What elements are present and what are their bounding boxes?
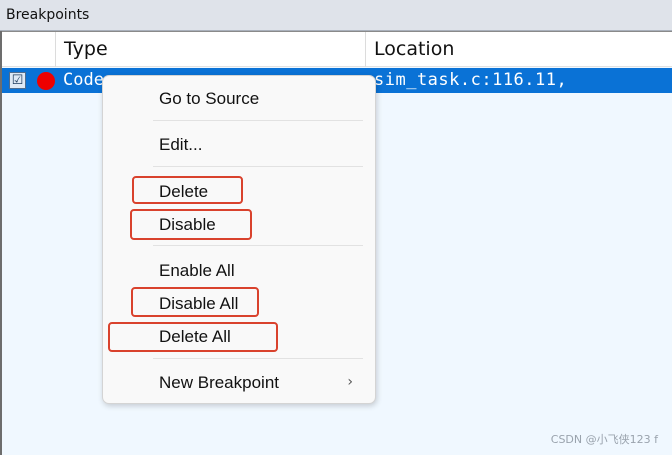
breakpoint-enabled-checkbox[interactable]: ☑ <box>9 72 26 89</box>
menu-item-delete[interactable]: Delete <box>159 182 208 202</box>
table-header: Type Location <box>2 31 672 67</box>
column-header-type[interactable]: Type <box>56 32 366 67</box>
menu-separator <box>153 245 363 246</box>
breakpoint-type: Code <box>63 70 104 90</box>
column-header-location[interactable]: Location <box>366 32 672 67</box>
context-menu: Go to Source Edit... Delete Disable Enab… <box>102 75 376 404</box>
menu-separator <box>153 358 363 359</box>
menu-item-disable[interactable]: Disable <box>159 215 216 235</box>
menu-item-go-to-source[interactable]: Go to Source <box>159 89 259 109</box>
menu-item-disable-all[interactable]: Disable All <box>159 294 238 314</box>
column-header-flags[interactable] <box>2 32 56 67</box>
breakpoint-location: sim_task.c:116.11, <box>374 70 568 90</box>
breakpoint-dot-icon <box>37 72 55 90</box>
submenu-chevron-icon: › <box>347 374 353 390</box>
menu-item-edit[interactable]: Edit... <box>159 135 202 155</box>
menu-item-enable-all[interactable]: Enable All <box>159 261 235 281</box>
menu-separator <box>153 166 363 167</box>
menu-item-new-breakpoint[interactable]: New Breakpoint <box>159 373 279 393</box>
window-title: Breakpoints <box>0 0 672 31</box>
menu-item-delete-all[interactable]: Delete All <box>159 327 231 347</box>
menu-separator <box>153 120 363 121</box>
watermark: CSDN @小飞侠123 f <box>550 433 658 446</box>
